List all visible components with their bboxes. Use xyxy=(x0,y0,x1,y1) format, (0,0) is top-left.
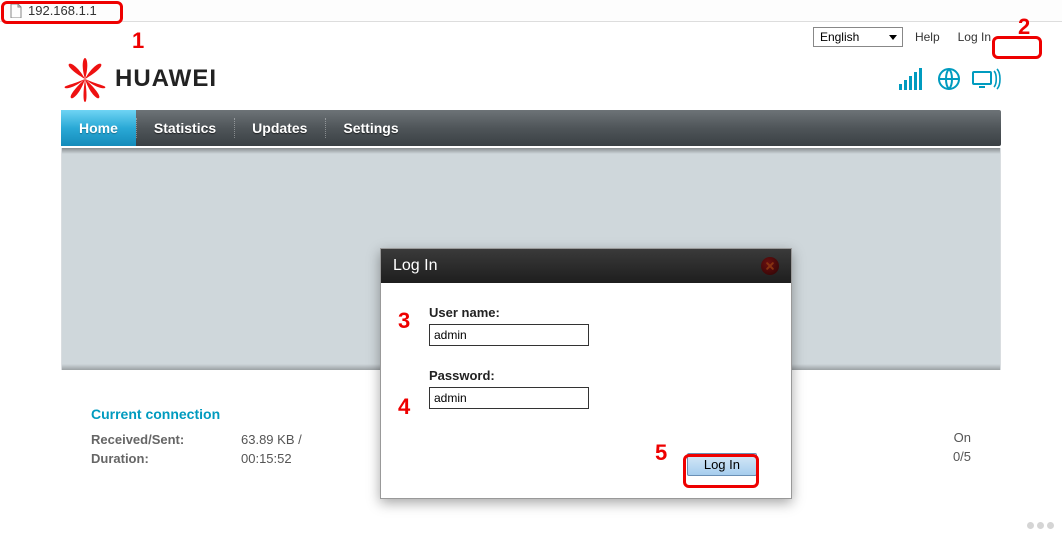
close-icon[interactable] xyxy=(761,257,779,275)
main-nav: Home Statistics Updates Settings xyxy=(61,110,1001,146)
url-field[interactable]: 192.168.1.1 xyxy=(4,2,103,19)
received-sent-label: Received/Sent: xyxy=(91,432,241,447)
username-label: User name: xyxy=(429,305,757,320)
brand-logo: HUAWEI xyxy=(61,56,217,102)
carousel-dots xyxy=(1027,522,1054,529)
browser-urlbar: 192.168.1.1 xyxy=(0,0,1062,22)
language-select[interactable]: English xyxy=(813,27,903,47)
password-input[interactable] xyxy=(429,387,589,409)
nav-updates[interactable]: Updates xyxy=(234,110,325,146)
username-field-group: User name: xyxy=(429,305,757,346)
login-submit-button[interactable]: Log In xyxy=(687,453,757,476)
duration-value: 00:15:52 xyxy=(241,451,292,466)
signal-icon xyxy=(899,68,927,90)
nav-label: Statistics xyxy=(154,120,216,136)
nav-label: Updates xyxy=(252,120,307,136)
top-strip: English Help Log In xyxy=(61,26,1001,48)
login-link[interactable]: Log In xyxy=(952,29,997,45)
help-link[interactable]: Help xyxy=(911,30,944,44)
page-icon xyxy=(10,4,22,18)
nav-label: Settings xyxy=(343,120,398,136)
right-val-2: 0/5 xyxy=(953,449,971,464)
password-label: Password: xyxy=(429,368,757,383)
nav-home[interactable]: Home xyxy=(61,110,136,146)
nav-settings[interactable]: Settings xyxy=(325,110,416,146)
monitor-broadcast-icon xyxy=(971,68,1001,90)
password-field-group: Password: xyxy=(429,368,757,409)
username-input[interactable] xyxy=(429,324,589,346)
status-icons xyxy=(899,67,1001,91)
duration-label: Duration: xyxy=(91,451,241,466)
url-text: 192.168.1.1 xyxy=(28,3,97,18)
right-val-1: On xyxy=(954,430,971,445)
nav-label: Home xyxy=(79,120,118,136)
brand-name: HUAWEI xyxy=(115,65,217,93)
connection-section: Current connection Received/Sent: 63.89 … xyxy=(91,406,358,470)
received-sent-value: 63.89 KB / xyxy=(241,432,302,447)
huawei-flower-icon xyxy=(61,56,109,102)
connection-heading: Current connection xyxy=(91,406,358,422)
globe-icon xyxy=(937,67,961,91)
login-modal: Log In User name: Password: Log In xyxy=(380,248,792,499)
brand-row: HUAWEI xyxy=(61,48,1001,110)
login-modal-titlebar: Log In xyxy=(381,249,791,283)
nav-statistics[interactable]: Statistics xyxy=(136,110,234,146)
language-select-wrap: English xyxy=(813,27,903,47)
login-modal-title: Log In xyxy=(393,257,437,275)
